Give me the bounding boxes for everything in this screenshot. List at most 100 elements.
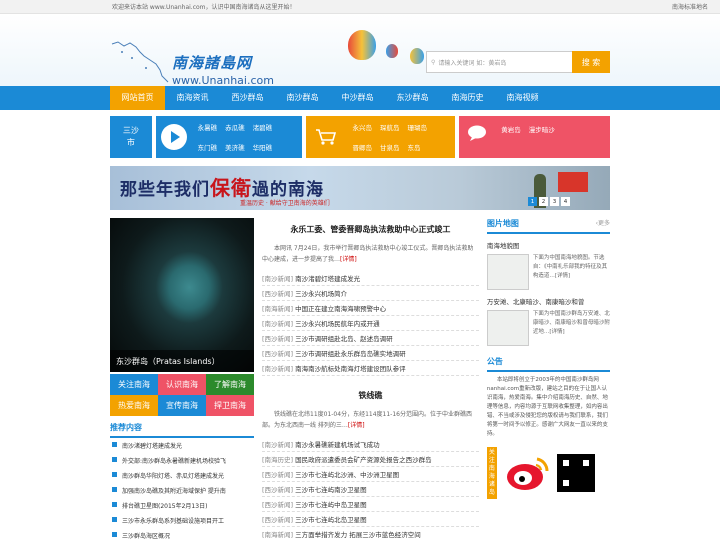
list-item[interactable]: 排台礁卫星图(2015年2月13日) xyxy=(110,498,254,513)
nav-zhongsha[interactable]: 中沙群岛 xyxy=(330,86,385,110)
headline-article: 永乐工委、管委晋卿岛执法救助中心正式竣工 本网讯 7月24日，我市举行晋卿岛执法… xyxy=(262,218,479,265)
list-item[interactable]: 三沙市永乐群岛系列基础设施项目开工 xyxy=(110,513,254,528)
top-bar: 欢迎来访本站 www.Unanhai.com，认识中国南海诸岛从这里开始！ 南海… xyxy=(0,0,720,14)
list-item[interactable]: [南海新闻] 三方面举措齐发力 拓展三沙市蓝色经济空间 xyxy=(262,527,479,540)
list-item[interactable]: [西沙新闻] 三沙市调研组赴永乐群岛岛礁实地调研 xyxy=(262,346,479,361)
welcome-text: 欢迎来访本站 www.Unanhai.com，认识中国南海诸岛从这里开始！ xyxy=(112,4,296,11)
banner-page[interactable]: 3 xyxy=(550,197,559,206)
banner-page[interactable]: 4 xyxy=(561,197,570,206)
list-item[interactable]: [西沙新闻] 三沙永兴机场简介 xyxy=(262,286,479,301)
list-item[interactable]: [南海历史] 国民政府派遣委员会矿产资源处报告之西沙群岛 xyxy=(262,452,479,467)
article-title[interactable]: 铁线礁 xyxy=(262,384,479,409)
cat-link[interactable]: 赤瓜礁 xyxy=(225,122,245,132)
section-title: 图片地图 xyxy=(486,219,519,228)
cart-icon[interactable] xyxy=(315,128,337,146)
sansha-label: 三沙市 xyxy=(122,126,139,147)
banner-page[interactable]: 1 xyxy=(528,197,537,206)
nav-home[interactable]: 网站首页 xyxy=(110,86,165,110)
cat-link[interactable]: 东门礁 xyxy=(198,142,218,152)
nav-dongsha[interactable]: 东沙群岛 xyxy=(385,86,440,110)
search-input[interactable]: ⚲ 请输入关键词 如：黄岩岛 xyxy=(426,51,572,73)
list-item[interactable]: [南沙新闻] 南沙永暑礁新建机场试飞成功 xyxy=(262,437,479,452)
main-content: 东沙群岛（Pratas Islands） 关注南海 认识南海 了解南海 热爱南海… xyxy=(110,218,610,540)
list-item[interactable]: [南沙新闻] 南海南沙航标处南海灯塔建设团队参评 xyxy=(262,361,479,376)
balloon-icon xyxy=(386,44,398,58)
quick-link[interactable]: 认识南海 xyxy=(158,374,206,395)
list-item[interactable]: [西沙新闻] 三沙市七连屿南沙卫星图 xyxy=(262,482,479,497)
social-block: 关注南海诸岛 xyxy=(486,447,610,499)
map-item[interactable]: 万安滩、北康暗沙、南康暗沙和曾 下面为中国南沙群岛万安滩、北康暗沙、南康暗沙和曾… xyxy=(486,290,610,346)
list-item[interactable]: 加强南沙岛礁及其附近海域保护 提升南 xyxy=(110,483,254,498)
list-item[interactable]: 南沙群岛华阳灯塔、赤瓜灯塔建成发光 xyxy=(110,468,254,483)
nav-news[interactable]: 南海资讯 xyxy=(165,86,220,110)
chat-icon[interactable] xyxy=(466,124,488,142)
site-logo[interactable]: 南海諸島网 www.Unanhai.com xyxy=(110,38,280,88)
banner-pager: 1 2 3 4 xyxy=(528,197,570,206)
cat-link[interactable]: 永兴岛 xyxy=(352,122,372,132)
list-item[interactable]: [西沙新闻] 三沙市调研组赴北岛、赵述岛调研 xyxy=(262,331,479,346)
nav-history[interactable]: 南海历史 xyxy=(440,86,495,110)
notice-box: 本站即将创立于2003年的中国南沙群岛网 nanhai.com重新改版，建站之目… xyxy=(487,372,610,439)
map-item-title: 南海地貌图 xyxy=(486,242,520,250)
search-box: ⚲ 请输入关键词 如：黄岩岛 搜 索 xyxy=(426,51,610,73)
more-link[interactable]: ‹更多 xyxy=(596,218,610,229)
map-item-desc: 下面为中国南海地貌图。节选自：《中南礼乐部我的特征及其构造道…[详情] xyxy=(532,255,608,279)
weibo-icon[interactable] xyxy=(503,453,551,493)
list-item[interactable]: 南沙渚碧灯塔建成发光 xyxy=(110,438,254,453)
nav-nansha[interactable]: 南沙群岛 xyxy=(275,86,330,110)
banner-page[interactable]: 2 xyxy=(539,197,548,206)
list-item[interactable]: [南沙新闻] 三沙永兴机场民航年内或开通 xyxy=(262,316,479,331)
map-outline-icon xyxy=(111,41,169,83)
search-button[interactable]: 搜 索 xyxy=(572,51,610,73)
list-item[interactable]: 外交部:南沙群岛永暑礁新建机场校验飞 xyxy=(110,453,254,468)
featured-photo[interactable]: 东沙群岛（Pratas Islands） xyxy=(110,218,254,372)
map-item-desc: 下面为中国南沙群岛万安滩、北康暗沙、南康暗沙和曾母暗沙附近地…[详情] xyxy=(532,311,610,335)
cat-link[interactable]: 华阳礁 xyxy=(253,142,273,152)
cat-link[interactable]: 美济礁 xyxy=(225,142,245,152)
cat-link[interactable]: 东岛 xyxy=(407,142,427,152)
list-item[interactable]: [西沙新闻] 三沙市七连屿北岛卫星图 xyxy=(262,512,479,527)
logo-chinese: 南海諸島网 xyxy=(172,54,253,72)
quick-link[interactable]: 宣传南海 xyxy=(158,395,206,416)
list-item[interactable]: [南海新闻] 中国正在建立南海海啸预警中心 xyxy=(262,301,479,316)
map-item[interactable]: 南海地貌图 下面为中国南海地貌图。节选自：《中南礼乐部我的特征及其构造道…[详情… xyxy=(486,234,610,290)
list-item[interactable]: [西沙新闻] 三沙市七连屿北沙洲、中沙洲卫星图 xyxy=(262,467,479,482)
play-icon[interactable] xyxy=(160,124,187,150)
right-column: 图片地图 ‹更多 南海地貌图 下面为中国南海地貌图。节选自：《中南礼乐部我的特征… xyxy=(486,218,610,540)
quick-link[interactable]: 关注南海 xyxy=(110,374,158,395)
list-item[interactable]: [南沙新闻] 南沙渚碧灯塔建成发光 xyxy=(262,271,479,286)
map-thumbnail xyxy=(486,254,529,290)
section-title: 公告 xyxy=(486,357,503,366)
banner-subtitle: 重温历史 · 献给守卫南海的英雄们 xyxy=(240,200,330,207)
quick-links: 关注南海 认识南海 了解南海 热爱南海 宣传南海 捍卫南海 xyxy=(110,374,254,416)
map-thumbnail xyxy=(486,310,529,346)
left-column: 东沙群岛（Pratas Islands） 关注南海 认识南海 了解南海 热爱南海… xyxy=(110,218,254,540)
category-strip: 三沙市 永暑礁 赤瓜礁 渚碧礁 东门礁 美济礁 华阳礁 永兴岛 琛航岛 珊瑚岛 xyxy=(0,116,720,158)
cat-link[interactable]: 晋卿岛 xyxy=(352,142,372,152)
standard-names-link[interactable]: 南海标准地名 xyxy=(672,2,708,11)
news-list: [南沙新闻] 南沙永暑礁新建机场试飞成功 [南海历史] 国民政府派遣委员会矿产资… xyxy=(262,437,479,540)
banner-title: 那些年我们保衛過的南海 xyxy=(120,176,324,200)
quick-link[interactable]: 捍卫南海 xyxy=(206,395,254,416)
quick-link[interactable]: 了解南海 xyxy=(206,374,254,395)
cat-link[interactable]: 珊瑚岛 xyxy=(407,122,427,132)
cat-link[interactable]: 琛航岛 xyxy=(380,122,400,132)
cat-link[interactable]: 永暑礁 xyxy=(198,122,218,132)
quick-link[interactable]: 热爱南海 xyxy=(110,395,158,416)
list-item[interactable]: [西沙新闻] 三沙市七连屿中岛卫星图 xyxy=(262,497,479,512)
second-article: 铁线礁 铁线礁在北纬11度01-04分，东经114度11-16分范围内。位于中业… xyxy=(262,384,479,431)
details-link[interactable]: [详情] xyxy=(348,422,365,429)
cat-link[interactable]: 黄岩岛 xyxy=(501,124,521,134)
hero-banner[interactable]: 那些年我们保衛過的南海 重温历史 · 献给守卫南海的英雄们 1 2 3 4 xyxy=(110,166,610,210)
sansha-box[interactable]: 三沙市 xyxy=(110,116,152,158)
nav-xisha[interactable]: 西沙群岛 xyxy=(220,86,275,110)
list-item[interactable]: 三沙群岛海区概况 xyxy=(110,528,254,540)
cat-link[interactable]: 甘泉岛 xyxy=(380,142,400,152)
article-title[interactable]: 永乐工委、管委晋卿岛执法救助中心正式竣工 xyxy=(262,218,479,243)
details-link[interactable]: [详情] xyxy=(340,256,357,263)
qr-code-icon xyxy=(556,454,595,492)
nav-video[interactable]: 南海视频 xyxy=(495,86,550,110)
notice-header: 公告 xyxy=(486,356,610,372)
cat-link[interactable]: 漫步暗沙 xyxy=(529,124,555,134)
cat-link[interactable]: 渚碧礁 xyxy=(253,122,273,132)
